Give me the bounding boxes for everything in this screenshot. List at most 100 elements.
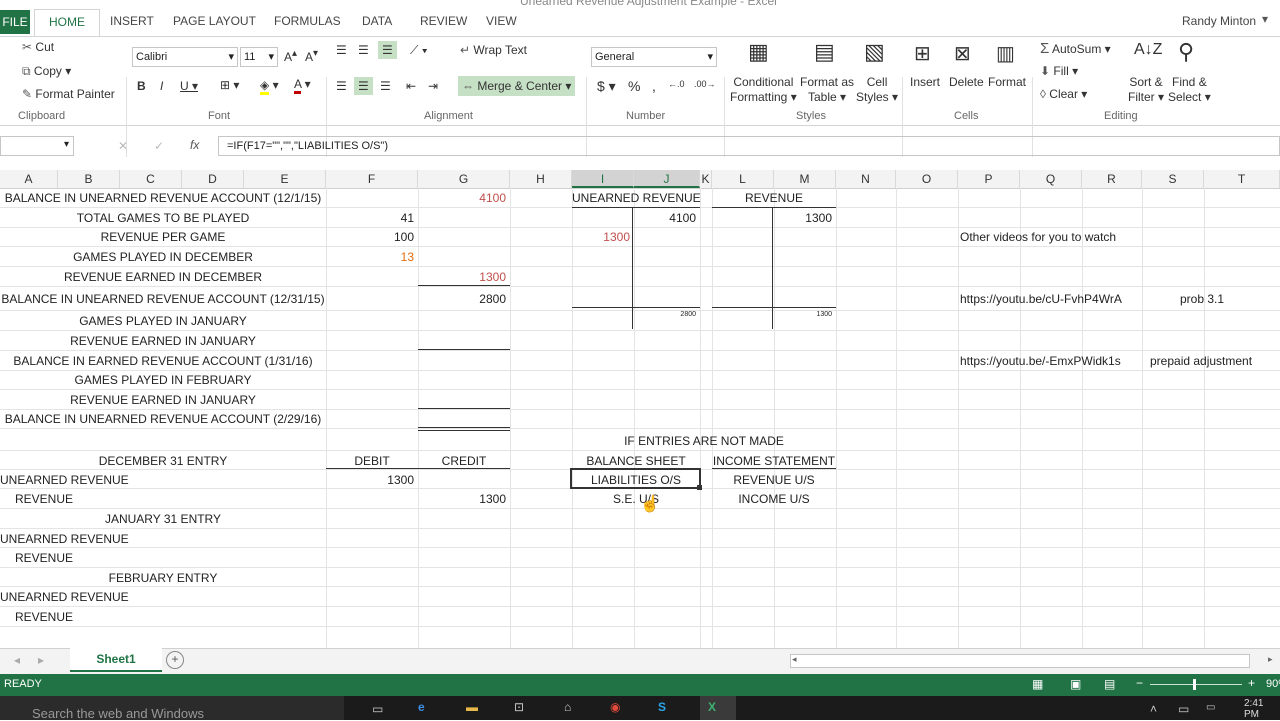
cell-label[interactable]: TOTAL GAMES TO BE PLAYED	[0, 211, 326, 225]
format-cells-icon[interactable]: ▥	[996, 41, 1015, 66]
col-header-b[interactable]: B	[58, 170, 120, 188]
name-box[interactable]: ▾	[0, 136, 74, 156]
cut-button[interactable]: ✂ Cut	[22, 40, 54, 54]
next-sheet-icon[interactable]: ▸	[38, 653, 44, 667]
col-header-o[interactable]: O	[896, 170, 958, 188]
currency-icon[interactable]: $ ▾	[597, 78, 616, 95]
cell-header[interactable]: INCOME STATEMENT	[712, 454, 836, 468]
zoom-slider[interactable]	[1150, 684, 1242, 685]
comma-icon[interactable]: ,	[652, 78, 656, 94]
autosum-button[interactable]: Σ AutoSum ▾	[1040, 40, 1111, 57]
cell-value[interactable]: 2800	[634, 310, 696, 320]
tab-home[interactable]: HOME	[34, 9, 100, 36]
formula-input[interactable]: =IF(F17="","","LIABILITIES O/S")	[218, 136, 1280, 156]
store-icon[interactable]: ⊡	[514, 700, 524, 714]
scroll-right-icon[interactable]: ▸	[1268, 654, 1273, 665]
normal-view-icon[interactable]: ▦	[1032, 677, 1043, 691]
cell-label[interactable]: REVENUE	[15, 610, 73, 624]
insert-function-icon[interactable]: fx	[190, 138, 199, 152]
copy-button[interactable]: ⧉ Copy ▾	[22, 64, 71, 79]
format-table-icon[interactable]: ▤	[814, 39, 835, 65]
cell-value[interactable]: S.E. U/S	[572, 492, 700, 506]
col-header-e[interactable]: E	[244, 170, 326, 188]
cell-header[interactable]: CREDIT	[418, 454, 510, 468]
cell-value[interactable]: 1300	[418, 492, 506, 506]
orientation-icon[interactable]: ⟋ ▾	[410, 43, 428, 58]
clear-button[interactable]: ◊ Clear ▾	[1040, 87, 1087, 101]
video-link[interactable]: https://youtu.be/-EmxPWidk1s	[960, 354, 1121, 368]
active-cell[interactable]: LIABILITIES O/S	[572, 473, 700, 487]
tab-data[interactable]: DATA	[362, 14, 392, 28]
cell-label[interactable]: REVENUE	[15, 492, 73, 506]
cell-value[interactable]: INCOME U/S	[712, 492, 836, 506]
cell-styles-button[interactable]: Cell Styles ▾	[856, 75, 898, 105]
conditional-formatting-icon[interactable]: ▦	[748, 39, 769, 65]
worksheet-grid[interactable]: BALANCE IN UNEARNED REVENUE ACCOUNT (12/…	[0, 188, 1280, 648]
cell-value[interactable]: 13	[326, 250, 414, 264]
cell-label[interactable]: FEBRUARY ENTRY	[0, 571, 326, 585]
col-header-l[interactable]: L	[712, 170, 774, 188]
add-sheet-icon[interactable]: +	[166, 651, 184, 669]
col-header-q[interactable]: Q	[1020, 170, 1082, 188]
tab-page-layout[interactable]: PAGE LAYOUT	[173, 14, 256, 28]
video-link[interactable]: https://youtu.be/cU-FvhP4WrA	[960, 292, 1122, 306]
cell-label[interactable]: GAMES PLAYED IN DECEMBER	[0, 250, 326, 264]
cell-value[interactable]: 41	[326, 211, 414, 225]
edge-icon[interactable]: e	[418, 700, 425, 714]
col-header-f[interactable]: F	[326, 170, 418, 188]
insert-cells-icon[interactable]: ⊞	[914, 41, 931, 66]
cell-label[interactable]: JANUARY 31 ENTRY	[0, 512, 326, 526]
cell-label[interactable]: DECEMBER 31 ENTRY	[0, 454, 326, 468]
bottom-align-icon[interactable]: ☰	[378, 41, 397, 59]
increase-indent-icon[interactable]: ⇥	[428, 79, 438, 93]
col-header-s[interactable]: S	[1142, 170, 1204, 188]
excel-taskbar-button[interactable]	[700, 696, 736, 720]
middle-align-icon[interactable]: ☰	[358, 43, 369, 57]
cell-label[interactable]: UNEARNED REVENUE	[0, 590, 129, 604]
font-family-select[interactable]: Calibri ▾	[132, 47, 238, 67]
tab-view[interactable]: VIEW	[486, 14, 517, 28]
cell-label[interactable]: GAMES PLAYED IN FEBRUARY	[0, 373, 326, 387]
decrease-decimal-icon[interactable]: .00→	[694, 79, 716, 89]
format-button[interactable]: Format	[988, 75, 1026, 89]
folder-icon[interactable]: ▬	[466, 700, 478, 714]
cell-label[interactable]: Other videos for you to watch	[960, 230, 1116, 244]
col-header-t[interactable]: T	[1204, 170, 1280, 188]
cell-value[interactable]: REVENUE U/S	[712, 473, 836, 487]
prev-sheet-icon[interactable]: ◂	[14, 653, 20, 667]
merge-center-button[interactable]: ⇔ Merge & Center ▾	[458, 76, 576, 96]
zoom-level[interactable]: 90%	[1266, 678, 1280, 690]
cell-label[interactable]: BALANCE IN UNEARNED REVENUE ACCOUNT (12/…	[0, 292, 326, 306]
delete-button[interactable]: Delete	[949, 75, 984, 89]
col-header-d[interactable]: D	[182, 170, 244, 188]
chrome-icon[interactable]: ◉	[610, 700, 620, 714]
cell-label[interactable]: REVENUE EARNED IN JANUARY	[0, 334, 326, 348]
tab-review[interactable]: REVIEW	[420, 14, 467, 28]
tray-chevron-icon[interactable]: ˄	[1150, 702, 1157, 716]
zoom-in-icon[interactable]: +	[1248, 676, 1255, 690]
cell-value[interactable]: 4100	[634, 211, 696, 225]
col-header-g[interactable]: G	[418, 170, 510, 188]
tab-file[interactable]: FILE	[0, 10, 30, 34]
find-select-button[interactable]: Find & Select ▾	[1168, 75, 1211, 105]
bold-button[interactable]: B	[137, 79, 146, 93]
zoom-slider-thumb[interactable]	[1193, 679, 1196, 690]
tab-insert[interactable]: INSERT	[110, 14, 154, 28]
shrink-font-icon[interactable]: A▾	[305, 48, 318, 64]
italic-button[interactable]: I	[160, 79, 163, 93]
page-break-view-icon[interactable]: ▤	[1104, 677, 1115, 691]
cell-value[interactable]: 1300	[326, 473, 414, 487]
fill-button[interactable]: ⬇ Fill ▾	[1040, 64, 1078, 78]
increase-decimal-icon[interactable]: ←.0	[668, 79, 685, 89]
cell-label[interactable]: REVENUE EARNED IN DECEMBER	[0, 270, 326, 284]
cell-label[interactable]: REVENUE EARNED IN JANUARY	[0, 393, 326, 407]
cell-header[interactable]: BALANCE SHEET	[572, 454, 700, 468]
col-header-m[interactable]: M	[774, 170, 836, 188]
delete-cells-icon[interactable]: ⊠	[954, 41, 971, 66]
cell-label[interactable]: prepaid adjustment	[1150, 354, 1252, 368]
wrap-text-button[interactable]: ↵ Wrap Text	[460, 43, 527, 57]
cell-value[interactable]: 1300	[774, 310, 832, 320]
cell-value[interactable]: 4100	[418, 191, 506, 205]
page-layout-view-icon[interactable]: ▣	[1070, 677, 1081, 691]
enter-icon[interactable]: ✓	[154, 139, 164, 153]
